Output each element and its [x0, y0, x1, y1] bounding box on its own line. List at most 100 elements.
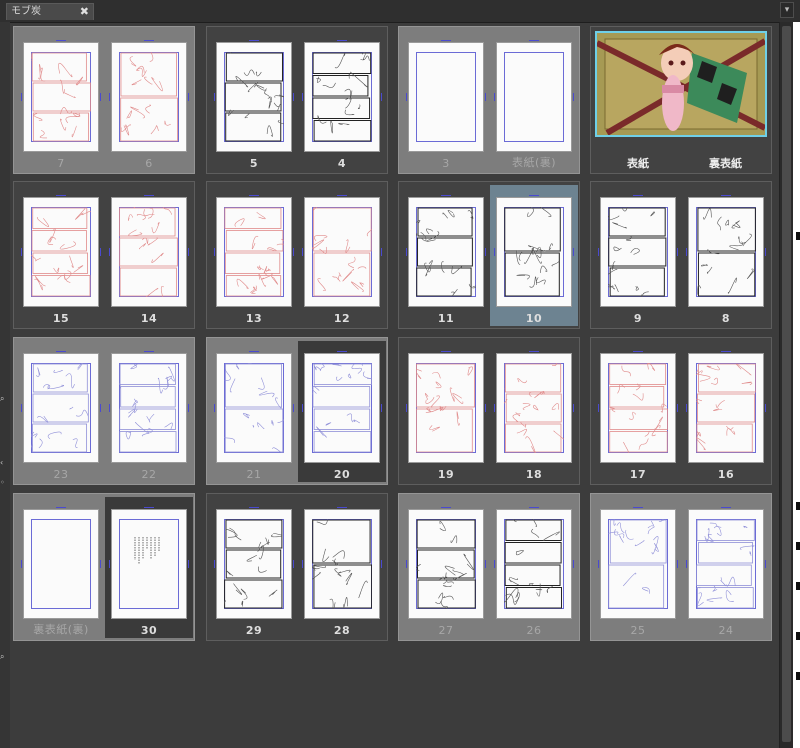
registration-mark — [677, 248, 678, 256]
page-thumbnail[interactable]: 29 — [210, 497, 298, 638]
page-thumbnail[interactable]: 25 — [594, 497, 682, 638]
page-spread[interactable]: 27 26 — [398, 493, 580, 641]
page-sketch — [119, 363, 177, 453]
tab-label: モブ炭 — [11, 6, 41, 17]
page-sketch — [504, 519, 562, 609]
page-spread[interactable]: 裏表紙(裏) 30 — [13, 493, 195, 641]
page-sketch — [312, 363, 372, 453]
page-thumbnail[interactable]: 14 — [105, 185, 193, 326]
page-thumbnail[interactable]: 9 — [594, 185, 682, 326]
page-spread[interactable]: 21 20 — [206, 337, 388, 485]
page-thumbnail[interactable]: 7 — [17, 30, 105, 171]
dock-tool-icon[interactable]: ⌕ — [0, 652, 9, 661]
page-spread[interactable]: 98 — [590, 181, 772, 329]
registration-mark — [441, 195, 451, 196]
page-spread[interactable]: 17 16 — [590, 337, 772, 485]
page-number: 29 — [245, 624, 263, 637]
page-spread[interactable]: 29 28 — [206, 493, 388, 641]
page-number: 22 — [141, 468, 157, 481]
panel-menu-icon[interactable]: ▾ — [780, 2, 794, 18]
page-thumbnail[interactable]: 22 — [105, 341, 193, 482]
registration-mark — [529, 40, 539, 41]
page-thumbnail[interactable]: 19 — [402, 341, 490, 482]
page-thumbnail[interactable]: 21 — [210, 341, 298, 482]
page-paper — [214, 195, 294, 307]
page-thumbnail[interactable]: 26 — [490, 497, 578, 638]
page-spread[interactable]: 54 — [206, 26, 388, 174]
registration-mark — [441, 351, 451, 352]
page-number: 24 — [718, 624, 734, 637]
cover-illustration[interactable] — [595, 31, 767, 137]
registration-mark — [633, 195, 643, 196]
page-thumbnail[interactable]: 表紙(裏) — [490, 30, 578, 171]
page-spread[interactable]: 表紙 裏表紙 — [590, 26, 772, 174]
dock-tool-icon[interactable]: ◦ — [0, 478, 9, 487]
dock-tool-icon[interactable]: ‹ — [0, 458, 9, 467]
close-icon[interactable]: ✖ — [80, 4, 89, 20]
vertical-scrollbar[interactable] — [779, 22, 794, 748]
page-spread[interactable]: 13 12 — [206, 181, 388, 329]
page-thumbnail[interactable]: 6 — [105, 30, 193, 171]
page-number: 表紙(裏) — [511, 156, 557, 169]
registration-mark — [214, 248, 215, 256]
page-paper — [21, 40, 101, 152]
registration-mark — [765, 560, 766, 568]
page-paper — [494, 351, 574, 463]
registration-mark — [56, 40, 66, 41]
registration-mark — [441, 507, 451, 508]
registration-mark — [494, 560, 495, 568]
page-thumbnail[interactable]: 13 — [210, 185, 298, 326]
page-spread[interactable]: 19 18 — [398, 337, 580, 485]
page-sketch — [696, 363, 756, 453]
page-thumbnail[interactable]: 16 — [682, 341, 770, 482]
page-number: 12 — [333, 312, 351, 325]
registration-mark — [573, 404, 574, 412]
page-number: 5 — [249, 157, 259, 170]
page-thumbnail[interactable]: 裏表紙(裏) — [17, 497, 105, 638]
page-thumbnail[interactable]: 5 — [210, 30, 298, 171]
page-thumbnail[interactable]: 8 — [682, 185, 770, 326]
page-number: 4 — [337, 157, 347, 170]
page-thumbnail[interactable]: 30 — [105, 497, 193, 638]
page-spread[interactable]: 76 — [13, 26, 195, 174]
page-thumbnail[interactable]: 28 — [298, 497, 386, 638]
page-thumbnail[interactable]: 3 — [402, 30, 490, 171]
page-thumbnail[interactable]: 17 — [594, 341, 682, 482]
page-thumbnail[interactable]: 24 — [682, 497, 770, 638]
page-sketch — [224, 207, 284, 297]
page-spread[interactable]: 11 10 — [398, 181, 580, 329]
page-spread[interactable]: 25 24 — [590, 493, 772, 641]
registration-mark — [573, 248, 574, 256]
page-number: 23 — [53, 468, 69, 481]
page-spread[interactable]: 23 22 — [13, 337, 195, 485]
registration-mark — [109, 248, 110, 256]
registration-mark — [109, 560, 110, 568]
page-thumbnail[interactable]: 20 — [298, 341, 386, 482]
registration-mark — [21, 404, 22, 412]
page-thumbnail[interactable]: 11 — [402, 185, 490, 326]
page-thumbnail[interactable]: 23 — [17, 341, 105, 482]
page-thumbnail[interactable]: 27 — [402, 497, 490, 638]
page-paper — [21, 507, 101, 619]
page-spread[interactable]: 15 14 — [13, 181, 195, 329]
registration-mark — [188, 404, 189, 412]
page-thumbnail[interactable]: 18 — [490, 341, 578, 482]
page-spread[interactable]: 3 表紙(裏) — [398, 26, 580, 174]
panel-title-bar: モブ炭 ✖ ▾ — [0, 0, 800, 23]
page-thumbnail[interactable]: 15 — [17, 185, 105, 326]
page-paper — [598, 195, 678, 307]
page-thumbnail[interactable]: 10 — [490, 185, 578, 326]
registration-mark — [144, 507, 154, 508]
registration-mark — [109, 93, 110, 101]
tab-mobu-tan[interactable]: モブ炭 ✖ — [6, 3, 94, 20]
registration-mark — [21, 248, 22, 256]
page-thumbnail[interactable]: 4 — [298, 30, 386, 171]
dock-tool-icon[interactable]: ⌕ — [0, 394, 9, 403]
registration-mark — [765, 248, 766, 256]
registration-mark — [144, 40, 154, 41]
registration-mark — [214, 404, 215, 412]
page-thumbnail[interactable]: 12 — [298, 185, 386, 326]
page-sketch — [120, 52, 178, 142]
scrollbar-thumb[interactable] — [782, 26, 791, 742]
registration-mark — [633, 507, 643, 508]
